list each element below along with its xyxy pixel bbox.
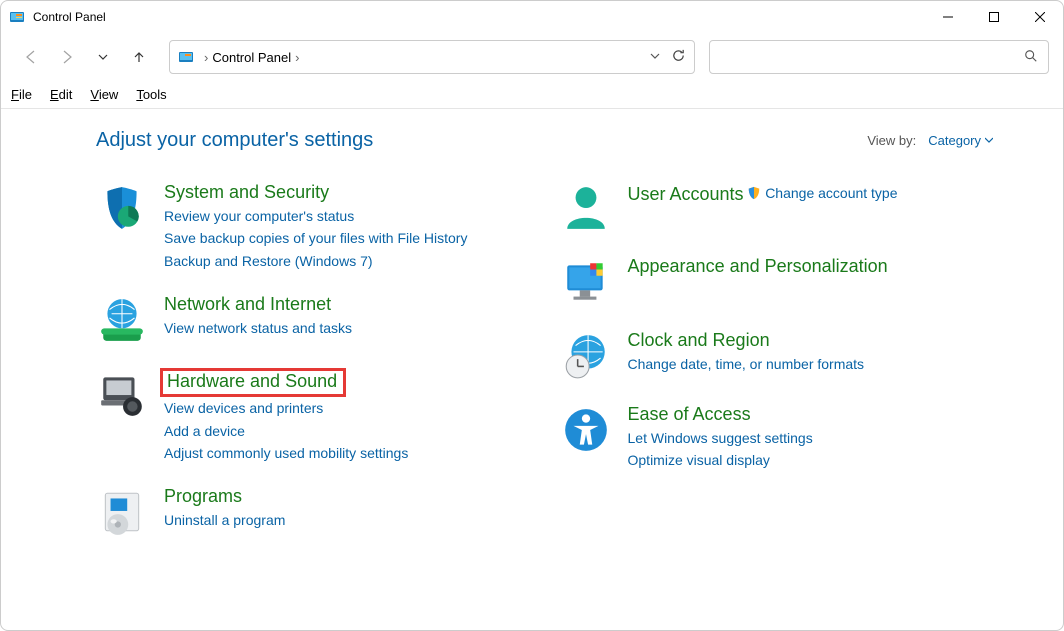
control-panel-icon bbox=[178, 49, 194, 65]
view-by-label: View by: bbox=[867, 133, 916, 148]
menu-file[interactable]: File bbox=[11, 87, 32, 102]
address-dropdown-icon[interactable] bbox=[649, 50, 661, 65]
menu-tools[interactable]: Tools bbox=[136, 87, 166, 102]
menu-edit[interactable]: Edit bbox=[50, 87, 72, 102]
category-title[interactable]: Network and Internet bbox=[164, 294, 331, 315]
chevron-right-icon[interactable]: › bbox=[204, 50, 208, 65]
category-title[interactable]: User Accounts bbox=[628, 184, 744, 205]
minimize-button[interactable] bbox=[925, 1, 971, 33]
recent-locations-dropdown[interactable] bbox=[87, 41, 119, 73]
category-link[interactable]: Adjust commonly used mobility settings bbox=[164, 442, 530, 464]
category-programs: Programs Uninstall a program bbox=[96, 486, 530, 538]
programs-icon bbox=[96, 486, 148, 538]
category-appearance: Appearance and Personalization bbox=[560, 256, 994, 308]
appearance-icon bbox=[560, 256, 612, 308]
window-title: Control Panel bbox=[33, 10, 925, 24]
search-icon[interactable] bbox=[1024, 49, 1038, 66]
category-link[interactable]: View network status and tasks bbox=[164, 317, 530, 339]
network-internet-icon bbox=[96, 294, 148, 346]
clock-region-icon bbox=[560, 330, 612, 382]
category-ease-access: Ease of Access Let Windows suggest setti… bbox=[560, 404, 994, 472]
category-title[interactable]: Hardware and Sound bbox=[160, 368, 346, 397]
ease-access-icon bbox=[560, 404, 612, 456]
search-box[interactable] bbox=[709, 40, 1049, 74]
category-network-internet: Network and Internet View network status… bbox=[96, 294, 530, 346]
category-link[interactable]: View devices and printers bbox=[164, 397, 530, 419]
maximize-button[interactable] bbox=[971, 1, 1017, 33]
address-bar[interactable]: › Control Panel › bbox=[169, 40, 695, 74]
window-controls bbox=[925, 1, 1063, 33]
category-system-security: System and Security Review your computer… bbox=[96, 182, 530, 272]
hardware-sound-icon bbox=[96, 368, 148, 420]
category-title[interactable]: Programs bbox=[164, 486, 242, 507]
search-input[interactable] bbox=[720, 50, 1024, 65]
category-link[interactable]: Uninstall a program bbox=[164, 509, 530, 531]
page-heading: Adjust your computer's settings bbox=[96, 129, 867, 152]
category-link[interactable]: Backup and Restore (Windows 7) bbox=[164, 250, 530, 272]
category-title[interactable]: Ease of Access bbox=[628, 404, 751, 425]
view-by-dropdown[interactable]: Category bbox=[928, 133, 993, 148]
category-link-text: Change account type bbox=[765, 182, 897, 204]
back-button[interactable] bbox=[15, 41, 47, 73]
categories-left-column: System and Security Review your computer… bbox=[96, 182, 530, 560]
breadcrumb-root[interactable]: Control Panel bbox=[212, 50, 291, 65]
category-hardware-sound: Hardware and Sound View devices and prin… bbox=[96, 368, 530, 464]
category-title[interactable]: Appearance and Personalization bbox=[628, 256, 888, 277]
menu-bar: File Edit View Tools bbox=[1, 81, 1063, 109]
category-link[interactable]: Save backup copies of your files with Fi… bbox=[164, 227, 530, 249]
view-by-value: Category bbox=[928, 133, 981, 148]
navigation-toolbar: › Control Panel › bbox=[1, 33, 1063, 81]
refresh-button[interactable] bbox=[671, 48, 686, 66]
category-link[interactable]: Optimize visual display bbox=[628, 449, 994, 471]
category-user-accounts: User Accounts Change account type bbox=[560, 182, 994, 234]
chevron-right-icon[interactable]: › bbox=[295, 50, 299, 65]
up-button[interactable] bbox=[123, 41, 155, 73]
shield-icon bbox=[747, 186, 761, 200]
category-link[interactable]: Let Windows suggest settings bbox=[628, 427, 994, 449]
close-button[interactable] bbox=[1017, 1, 1063, 33]
forward-button[interactable] bbox=[51, 41, 83, 73]
content-area: Adjust your computer's settings View by:… bbox=[1, 109, 1063, 560]
titlebar: Control Panel bbox=[1, 1, 1063, 33]
category-link[interactable]: Change account type bbox=[747, 182, 897, 204]
menu-view[interactable]: View bbox=[90, 87, 118, 102]
control-panel-icon bbox=[9, 9, 25, 25]
categories-right-column: User Accounts Change account type Appear… bbox=[560, 182, 994, 560]
chevron-down-icon bbox=[985, 137, 993, 145]
category-title[interactable]: Clock and Region bbox=[628, 330, 770, 351]
category-title[interactable]: System and Security bbox=[164, 182, 329, 203]
user-accounts-icon bbox=[560, 182, 612, 234]
system-security-icon bbox=[96, 182, 148, 234]
category-link[interactable]: Add a device bbox=[164, 420, 530, 442]
category-link[interactable]: Change date, time, or number formats bbox=[628, 353, 994, 375]
category-clock-region: Clock and Region Change date, time, or n… bbox=[560, 330, 994, 382]
category-link[interactable]: Review your computer's status bbox=[164, 205, 530, 227]
